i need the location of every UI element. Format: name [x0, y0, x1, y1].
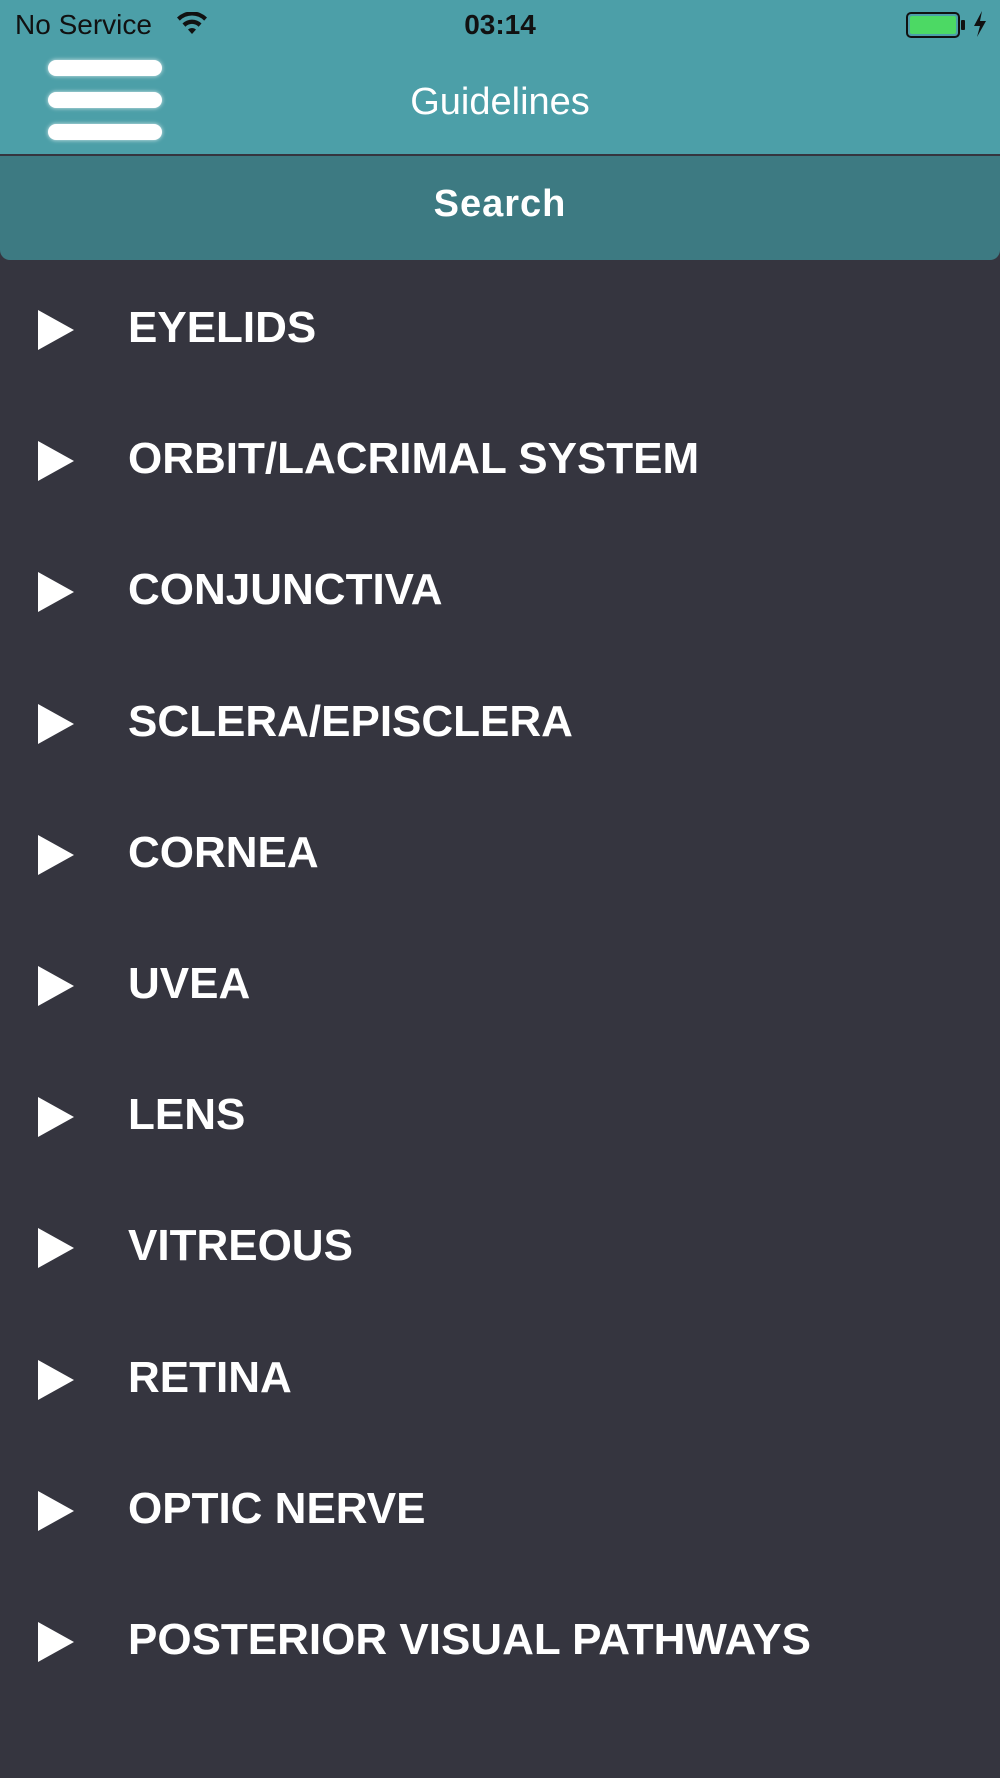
- play-triangle-icon: [38, 441, 74, 482]
- list-item-label: CORNEA: [128, 827, 319, 877]
- play-triangle-icon: [38, 703, 74, 744]
- list-item[interactable]: LENS: [0, 1049, 1000, 1180]
- play-triangle-icon: [38, 834, 74, 875]
- battery-icon: [906, 12, 965, 38]
- play-triangle-icon: [38, 310, 74, 350]
- play-triangle-icon: [38, 1621, 74, 1662]
- play-triangle-icon: [38, 965, 74, 1006]
- list-item-label: POSTERIOR VISUAL PATHWAYS: [128, 1614, 811, 1664]
- list-item[interactable]: VITREOUS: [0, 1180, 1000, 1311]
- list-item-label: UVEA: [128, 958, 251, 1008]
- status-bar: No Service 03:14: [0, 0, 1000, 50]
- list-item[interactable]: SCLERA/EPISCLERA: [0, 656, 1000, 787]
- list-item-label: RETINA: [128, 1352, 292, 1402]
- list-item[interactable]: UVEA: [0, 918, 1000, 1049]
- list-item-label: LENS: [128, 1090, 246, 1140]
- list-item[interactable]: RETINA: [0, 1312, 1000, 1443]
- play-triangle-icon: [38, 1490, 74, 1531]
- list-item-label: CONJUNCTIVA: [128, 565, 443, 615]
- play-triangle-icon: [38, 572, 74, 613]
- play-triangle-icon: [38, 1359, 74, 1400]
- list-item[interactable]: EYELIDS: [0, 262, 1000, 393]
- list-item-label: ORBIT/LACRIMAL SYSTEM: [128, 434, 700, 484]
- list-item-label: EYELIDS: [128, 303, 317, 352]
- app-header: No Service 03:14 Guidelines: [0, 0, 1000, 154]
- list-item[interactable]: POSTERIOR VISUAL PATHWAYS: [0, 1574, 1000, 1705]
- list-item[interactable]: CONJUNCTIVA: [0, 524, 1000, 655]
- play-triangle-icon: [38, 1097, 74, 1138]
- list-item-label: VITREOUS: [128, 1221, 353, 1271]
- list-item[interactable]: OPTIC NERVE: [0, 1443, 1000, 1574]
- guidelines-list: EYELIDS ORBIT/LACRIMAL SYSTEM CONJUNCTIV…: [0, 262, 1000, 1705]
- search-button[interactable]: Search: [0, 156, 1000, 260]
- list-item-label: OPTIC NERVE: [128, 1483, 426, 1533]
- list-item[interactable]: ORBIT/LACRIMAL SYSTEM: [0, 393, 1000, 524]
- charging-bolt-icon: [974, 11, 986, 37]
- list-item-label: SCLERA/EPISCLERA: [128, 696, 573, 746]
- list-item[interactable]: CORNEA: [0, 787, 1000, 918]
- status-time: 03:14: [464, 9, 536, 40]
- play-triangle-icon: [38, 1228, 74, 1269]
- page-title: Guidelines: [410, 81, 590, 123]
